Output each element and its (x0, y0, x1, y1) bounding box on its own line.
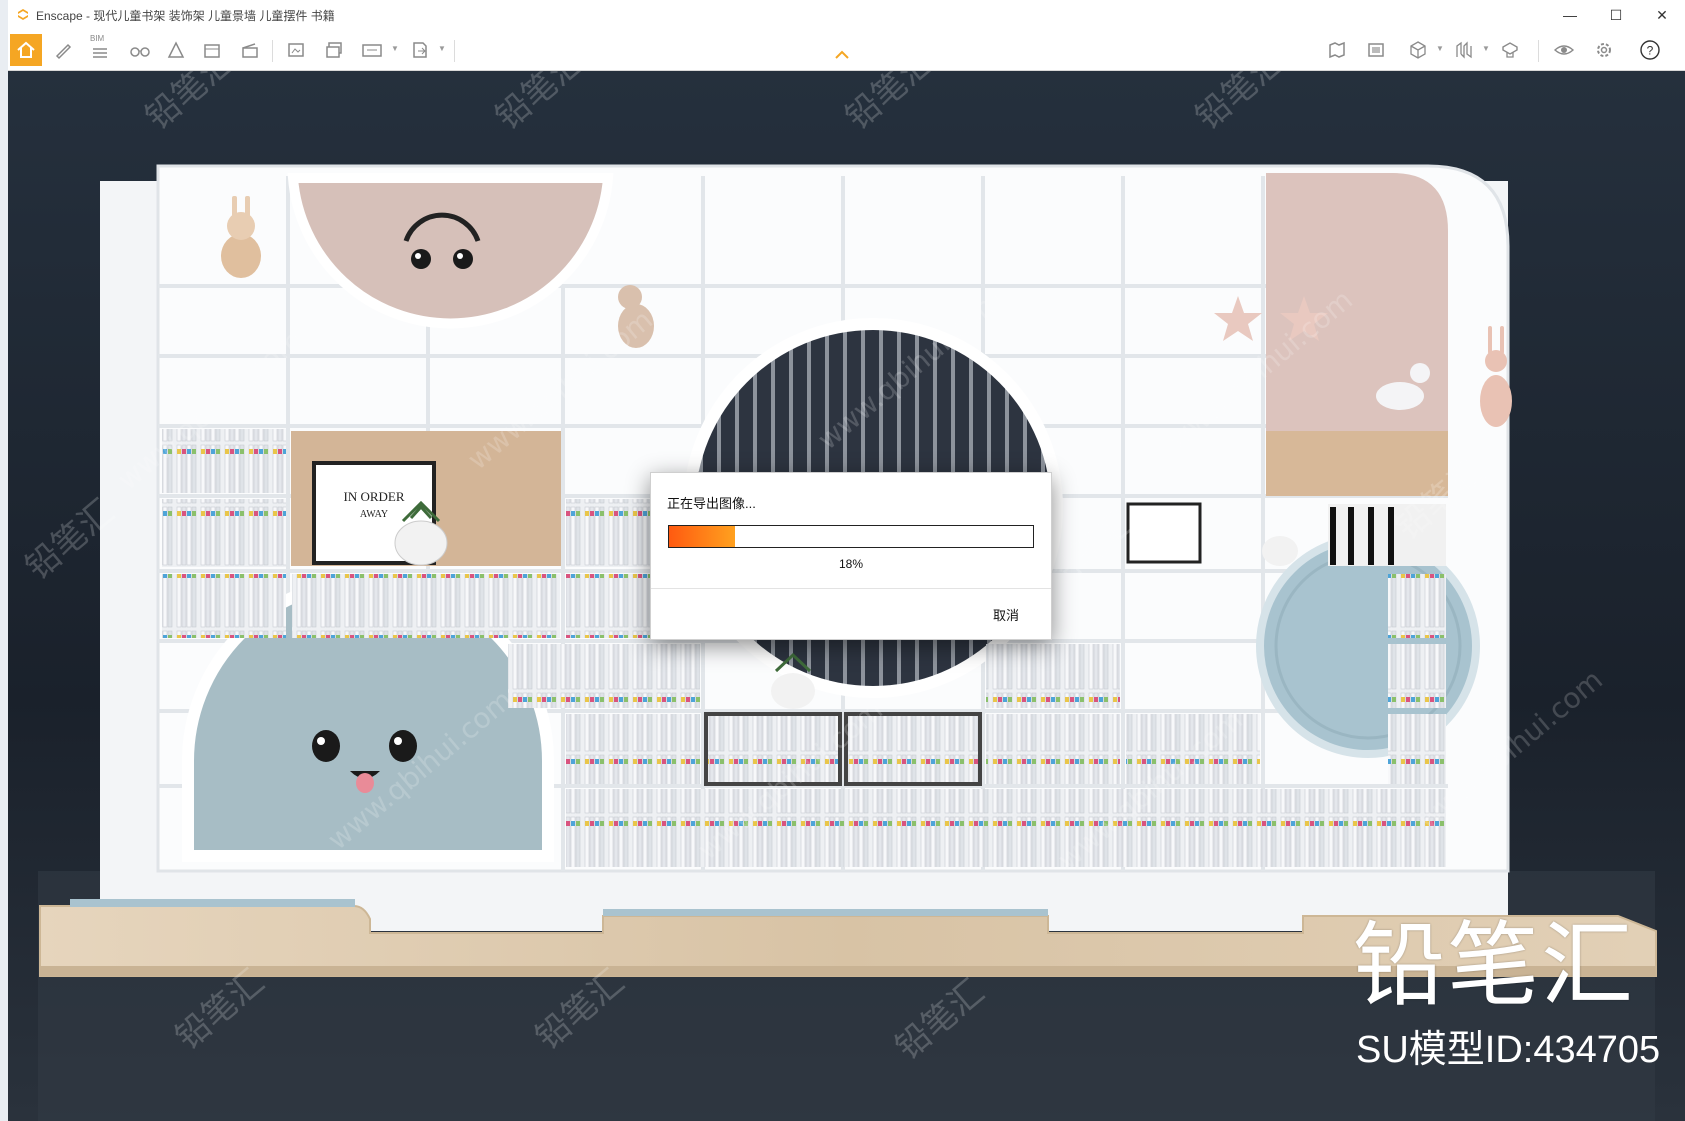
visual-settings-button[interactable] (1548, 34, 1580, 66)
exe-export-icon (413, 42, 427, 58)
watermark-brand: 铅笔汇 (1188, 71, 1292, 138)
left-edge-strip (0, 0, 8, 1121)
binoculars-icon (130, 47, 150, 57)
asset-library-button[interactable] (196, 34, 228, 66)
window-title: Enscape - 现代儿童书架 装饰架 儿童景墙 儿童摆件 书籍 (36, 8, 335, 23)
close-button[interactable]: ✕ (1639, 0, 1685, 30)
home-button[interactable] (10, 34, 42, 66)
dialog-title: 正在导出图像... (667, 496, 756, 511)
toolbar-separator (1538, 40, 1539, 62)
enscape-window: Enscape - 现代儿童书架 装饰架 儿童景墙 儿童摆件 书籍 — ☐ ✕ … (8, 0, 1685, 1121)
progress-percent: 18% (838, 557, 864, 571)
cube-icon (1410, 41, 1426, 59)
panorama-icon (362, 44, 382, 57)
watermark-brand: 铅笔汇 (138, 71, 242, 138)
home-icon (17, 41, 35, 58)
bim-list-icon (93, 48, 107, 58)
pen-tool-button[interactable] (48, 34, 80, 66)
section-dropdown-icon[interactable]: ▼ (1482, 44, 1490, 53)
picture-frame-text: IN ORDER (343, 489, 404, 504)
small-plant-pot (1262, 536, 1298, 566)
panorama-button[interactable] (356, 34, 388, 66)
svg-text:?: ? (1647, 44, 1654, 58)
toolbar-separator (272, 40, 273, 62)
progress-bar-fill (669, 526, 735, 547)
help-icon: ? (1640, 40, 1660, 60)
title-bar: Enscape - 现代儿童书架 装饰架 儿童景墙 儿童摆件 书籍 — ☐ ✕ (8, 0, 1685, 30)
toolbar-separator (454, 40, 455, 62)
render-window-button[interactable] (1360, 34, 1392, 66)
watermark-brand-logo: 铅笔汇 (1353, 915, 1636, 1017)
help-button[interactable]: ? (1634, 34, 1666, 66)
bim-button[interactable]: BIM (84, 34, 116, 66)
asset-icon (204, 44, 220, 58)
settings-button[interactable] (1588, 34, 1620, 66)
atmosphere-icon (167, 41, 185, 58)
section-icon (1456, 41, 1472, 59)
settings-icon (1597, 43, 1611, 57)
minimize-button[interactable]: — (1547, 0, 1593, 30)
plant-pot (394, 520, 448, 566)
watermark-model-id: SU模型ID:434705 (1356, 1029, 1661, 1071)
exe-export-button[interactable] (404, 34, 436, 66)
cube-view-button[interactable] (1402, 34, 1434, 66)
plant-pot-2 (771, 673, 815, 709)
pen-icon (55, 43, 72, 60)
watermark-brand: 铅笔汇 (488, 71, 592, 138)
dialog-divider (651, 588, 1051, 589)
export-dropdown-icon[interactable]: ▼ (438, 44, 446, 53)
video-editor-button[interactable] (234, 34, 266, 66)
map-icon (1329, 41, 1345, 59)
blue-trim-mid (603, 909, 1048, 916)
screenshot-icon (288, 43, 304, 57)
bim-label: BIM (90, 34, 105, 43)
batch-render-icon (326, 42, 342, 58)
render-window-icon (1368, 43, 1384, 57)
atmosphere-button[interactable] (160, 34, 192, 66)
cancel-button[interactable]: 取消 (993, 605, 1019, 624)
enscape-logo-icon (18, 9, 28, 20)
watermark-brand: 铅笔汇 (838, 71, 942, 138)
section-button[interactable] (1448, 34, 1480, 66)
export-progress-dialog: 正在导出图像... 18% 取消 (650, 472, 1052, 640)
material-icon (1502, 42, 1518, 58)
views-button[interactable] (124, 34, 156, 66)
maximize-button[interactable]: ☐ (1593, 0, 1639, 30)
material-editor-button[interactable] (1494, 34, 1526, 66)
clapper-icon (242, 43, 258, 58)
cube-dropdown-icon[interactable]: ▼ (1436, 44, 1444, 53)
blue-trim-left (70, 899, 355, 907)
batch-render-button[interactable] (318, 34, 350, 66)
screenshot-button[interactable] (280, 34, 312, 66)
tan-niche (1266, 431, 1448, 496)
panorama-dropdown-icon[interactable]: ▼ (391, 44, 399, 53)
picture-frame-text-2: AWAY (360, 509, 388, 520)
progress-bar (668, 525, 1034, 548)
visual-settings-icon (1553, 45, 1575, 55)
toolbar-collapse-chevron-icon[interactable] (835, 50, 849, 60)
map-button[interactable] (1321, 34, 1353, 66)
